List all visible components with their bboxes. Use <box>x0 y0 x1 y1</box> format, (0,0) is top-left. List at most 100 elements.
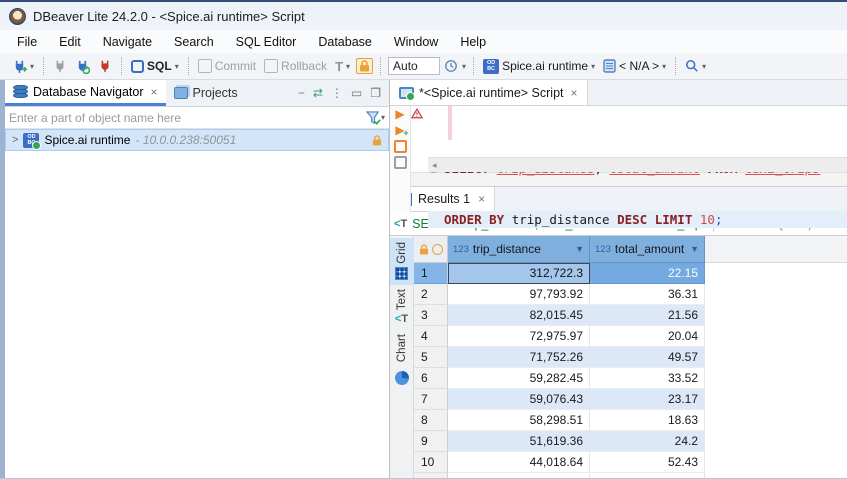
table-row[interactable]: 571,752.2649.57 <box>414 347 847 368</box>
tab-chart-view[interactable]: Chart <box>390 330 414 367</box>
tab-text-view[interactable]: Text <T <box>390 285 414 330</box>
menu-database[interactable]: Database <box>307 32 383 52</box>
explain-plan-icon[interactable] <box>394 156 407 169</box>
results-presentation-sidebar: Grid Text <T Chart <box>390 236 414 479</box>
numeric-type-icon: 123 <box>595 244 611 255</box>
reconnect-button[interactable] <box>73 57 92 76</box>
commit-button[interactable]: Commit <box>196 57 258 75</box>
editor-side-toolbar: ▶ ▶+ <box>390 106 411 213</box>
table-row[interactable]: 759,076.4323.17 <box>414 389 847 410</box>
execute-new-tab-button[interactable]: ▶+ <box>395 124 404 137</box>
commit-mode-combo[interactable] <box>388 57 440 75</box>
rollback-icon <box>264 59 278 73</box>
active-connection-selector[interactable]: ODBC Spice.ai runtime ▾ <box>481 57 597 76</box>
menu-help[interactable]: Help <box>449 32 497 52</box>
warning-icon <box>411 108 423 119</box>
collapse-all-icon[interactable]: − <box>298 86 305 100</box>
table-row[interactable]: 1312,722.322.15 <box>414 263 847 284</box>
new-connection-button[interactable]: ▾ <box>10 57 36 76</box>
search-icon <box>685 59 699 73</box>
tab-script-editor[interactable]: *<Spice.ai runtime> Script × <box>390 80 588 105</box>
disconnect-button[interactable] <box>96 57 114 75</box>
column-header-trip-distance[interactable]: 123 trip_distance ▼ <box>448 236 590 263</box>
plug-plus-icon <box>12 59 27 74</box>
results-grid: 123 trip_distance ▼ 123 total_amount ▼ 1… <box>414 236 847 479</box>
filter-dropdown-icon[interactable]: ▾ <box>381 113 385 122</box>
menu-file[interactable]: File <box>6 32 48 52</box>
window-title: DBeaver Lite 24.2.0 - <Spice.ai runtime>… <box>33 9 305 24</box>
sql-text-icon: <T <box>394 218 407 230</box>
connection-lock-button[interactable] <box>356 58 373 74</box>
minimize-view-icon[interactable]: ▭ <box>351 86 362 100</box>
quick-diff-marker <box>448 106 452 140</box>
history-clock-icon[interactable] <box>444 59 458 73</box>
text-view-icon: <T <box>395 313 408 325</box>
column-header-total-amount[interactable]: 123 total_amount ▼ <box>590 236 705 263</box>
main-toolbar: ▾ SQL ▾ Commit <box>0 53 847 80</box>
table-row[interactable]: 382,015.4521.56 <box>414 305 847 326</box>
grid-view-icon <box>395 267 408 280</box>
transaction-mode-button[interactable]: T ▾ <box>333 57 352 76</box>
readonly-lock-icon <box>372 135 382 146</box>
search-button[interactable]: ▾ <box>683 57 708 75</box>
execute-statement-button[interactable]: ▶ <box>395 108 404 121</box>
navigator-filter-bar: ▾ <box>5 107 389 129</box>
editor-horizontal-scrollbar[interactable]: ◂ <box>428 157 847 172</box>
sql-editor-area: ▶ ▶+ −SELECT trip_distance, total_amount… <box>390 106 847 172</box>
menu-window[interactable]: Window <box>383 32 449 52</box>
menu-navigate[interactable]: Navigate <box>92 32 163 52</box>
tab-grid-view[interactable]: Grid <box>390 238 414 285</box>
menu-sql-editor[interactable]: SQL Editor <box>225 32 308 52</box>
tree-item-connection[interactable]: > ODBC Spice.ai runtime - 10.0.0.238:500… <box>5 129 389 151</box>
filter-funnel-icon[interactable] <box>366 111 381 125</box>
refresh-state-icon <box>432 244 443 255</box>
annotation-ruler <box>411 106 428 172</box>
focused-cell[interactable]: 312,722.3 <box>448 263 590 284</box>
projects-icon <box>174 87 188 99</box>
grid-header-filler <box>705 236 847 263</box>
scroll-left-icon[interactable]: ◂ <box>432 160 437 171</box>
editor-results-panel: *<Spice.ai runtime> Script × ▶ ▶+ −SELEC… <box>390 80 847 479</box>
code-line-2[interactable]: ORDER BY trip_distance DESC LIMIT 10; <box>428 211 847 228</box>
link-with-editor-icon[interactable]: ⇄ <box>313 86 323 100</box>
sql-editor-button[interactable]: SQL ▾ <box>129 57 181 75</box>
close-icon[interactable]: × <box>150 85 157 99</box>
tab-database-navigator[interactable]: Database Navigator × <box>5 80 166 106</box>
grid-corner[interactable] <box>414 236 448 263</box>
menu-bar: File Edit Navigate Search SQL Editor Dat… <box>0 30 847 53</box>
menu-edit[interactable]: Edit <box>48 32 92 52</box>
plug-icon <box>53 59 67 73</box>
table-row[interactable]: 951,619.3624.2 <box>414 431 847 452</box>
rollback-button[interactable]: Rollback <box>262 57 329 75</box>
readonly-lock-icon <box>419 244 429 255</box>
table-row-empty <box>414 473 847 479</box>
sort-desc-icon[interactable]: ▼ <box>575 244 584 254</box>
sort-icon[interactable]: ▼ <box>690 244 699 254</box>
maximize-view-icon[interactable]: ❒ <box>370 86 381 100</box>
table-row[interactable]: 297,793.9236.31 <box>414 284 847 305</box>
active-database-selector[interactable]: < N/A > ▾ <box>601 57 668 75</box>
execute-script-icon[interactable] <box>394 140 407 153</box>
table-row[interactable]: 858,298.5118.63 <box>414 410 847 431</box>
transaction-icon: T <box>335 59 343 74</box>
table-row[interactable]: 1044,018.6452.43 <box>414 452 847 473</box>
tab-projects[interactable]: Projects <box>166 80 246 106</box>
close-icon[interactable]: × <box>571 86 578 100</box>
database-navigator-panel: Database Navigator × Projects − ⇄ ⋮ ▭ ❒ … <box>5 80 390 479</box>
sql-script-icon <box>399 87 414 99</box>
navigator-tab-bar: Database Navigator × Projects − ⇄ ⋮ ▭ ❒ <box>5 80 389 107</box>
odbc-connection-icon: ODBC <box>23 133 39 148</box>
object-filter-input[interactable] <box>9 111 366 125</box>
view-menu-icon[interactable]: ⋮ <box>331 86 343 100</box>
connect-button[interactable] <box>51 57 69 75</box>
sql-code[interactable]: −SELECT trip_distance, total_amount FROM… <box>428 106 847 157</box>
menu-search[interactable]: Search <box>163 32 225 52</box>
expand-chevron-icon[interactable]: > <box>12 134 18 146</box>
table-row[interactable]: 659,282.4533.52 <box>414 368 847 389</box>
results-body: Grid Text <T Chart <box>390 236 847 479</box>
table-row[interactable]: 472,975.9720.04 <box>414 326 847 347</box>
odbc-icon: ODBC <box>483 59 499 74</box>
plug-disconnect-icon <box>98 59 112 73</box>
dbeaver-window: DBeaver Lite 24.2.0 - <Spice.ai runtime>… <box>0 0 847 479</box>
sql-square-icon <box>131 60 144 73</box>
